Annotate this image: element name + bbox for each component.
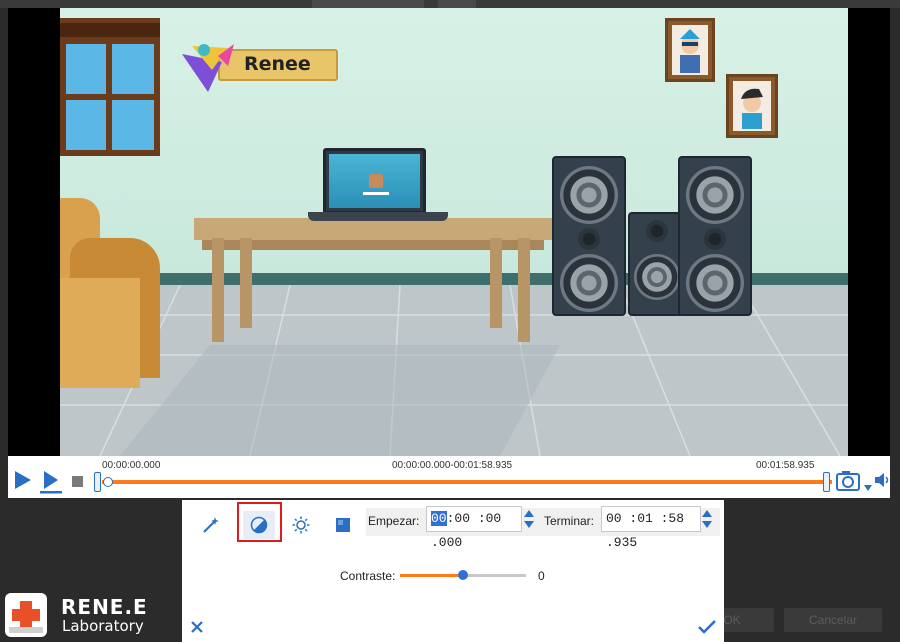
time-end-label: 00:01:58.935 bbox=[756, 460, 815, 471]
brand-subtitle: Laboratory bbox=[62, 617, 144, 635]
table-leg bbox=[240, 238, 252, 328]
picture-frame bbox=[665, 18, 715, 82]
spinner-arrows-icon bbox=[524, 510, 534, 528]
laptop-base bbox=[308, 212, 448, 221]
brand-name: RENE.E bbox=[61, 595, 148, 619]
start-time-spinner[interactable] bbox=[523, 508, 535, 530]
tool-brightness[interactable] bbox=[285, 511, 317, 539]
rene-logo-icon bbox=[5, 593, 47, 637]
volume-button[interactable] bbox=[874, 472, 890, 493]
effect-panel: Empezar: 00:00 :00 .000 Terminar: 00 :01… bbox=[182, 500, 724, 642]
saturation-icon bbox=[336, 518, 350, 532]
scene-speaker bbox=[552, 156, 626, 316]
dropdown-arrow-icon bbox=[864, 485, 872, 491]
magic-wand-icon bbox=[203, 517, 219, 533]
rene-brand-logo: RENE.E Laboratory bbox=[5, 593, 155, 639]
time-range-label: 00:00:00.000-00:01:58.935 bbox=[392, 460, 513, 471]
watermark-label: Renee bbox=[244, 53, 311, 75]
table-leg bbox=[490, 238, 502, 328]
table-leg bbox=[212, 238, 224, 342]
annotation-highlight-box bbox=[237, 502, 282, 542]
end-time-label: Terminar: bbox=[544, 514, 595, 528]
volume-icon bbox=[875, 473, 889, 487]
end-time-spinner[interactable] bbox=[701, 508, 713, 530]
video-preview: Renee bbox=[8, 8, 890, 456]
trim-end-handle[interactable] bbox=[823, 472, 830, 492]
close-icon bbox=[191, 621, 203, 633]
timeline-track[interactable] bbox=[102, 480, 832, 484]
scene-sofa bbox=[60, 198, 160, 388]
scene-laptop bbox=[323, 148, 426, 214]
play-step-button[interactable] bbox=[40, 470, 62, 499]
playhead-knob[interactable] bbox=[103, 477, 113, 487]
contrast-value: 0 bbox=[538, 569, 545, 583]
camera-icon bbox=[836, 471, 860, 491]
snapshot-menu-button[interactable] bbox=[864, 478, 872, 496]
trim-start-handle[interactable] bbox=[94, 472, 101, 492]
start-time-input[interactable]: 00:00 :00 .000 bbox=[426, 506, 522, 550]
start-hours-selected[interactable]: 00 bbox=[431, 511, 447, 526]
tool-magic-wand[interactable] bbox=[195, 511, 227, 539]
snapshot-button[interactable] bbox=[836, 470, 862, 497]
tool-saturation[interactable] bbox=[327, 511, 359, 539]
scene-window bbox=[60, 18, 160, 156]
scene-speaker bbox=[678, 156, 752, 316]
stop-button[interactable] bbox=[72, 476, 83, 487]
video-scene: Renee bbox=[60, 8, 848, 456]
play-button[interactable] bbox=[14, 470, 32, 495]
player-controls: 00:00:00.000 00:00:00.000-00:01:58.935 0… bbox=[8, 456, 890, 498]
start-time-label: Empezar: bbox=[368, 514, 420, 528]
scene-table bbox=[194, 218, 552, 240]
play-step-icon bbox=[40, 471, 62, 494]
toolbar-tab[interactable] bbox=[438, 0, 476, 8]
top-toolbar-strip bbox=[0, 0, 900, 8]
contrast-slider-knob[interactable] bbox=[458, 570, 468, 580]
renee-logo-icon bbox=[182, 44, 234, 92]
checkmark-icon bbox=[698, 620, 716, 634]
cancel-effect-button[interactable] bbox=[190, 620, 204, 639]
time-start-label: 00:00:00.000 bbox=[102, 460, 161, 471]
contrast-slider-fill bbox=[400, 574, 463, 577]
brightness-icon bbox=[292, 516, 310, 534]
spinner-arrows-icon bbox=[702, 510, 712, 528]
confirm-effect-button[interactable] bbox=[698, 620, 716, 639]
play-icon bbox=[15, 471, 31, 489]
table-leg bbox=[518, 238, 530, 342]
toolbar-tab[interactable] bbox=[312, 0, 424, 8]
contrast-label: Contraste: bbox=[340, 569, 396, 583]
picture-frame bbox=[726, 74, 778, 138]
cancel-dialog-button[interactable]: Cancelar bbox=[784, 608, 882, 632]
end-time-input[interactable]: 00 :01 :58 .935 bbox=[601, 506, 701, 550]
scene-speaker bbox=[628, 212, 684, 316]
